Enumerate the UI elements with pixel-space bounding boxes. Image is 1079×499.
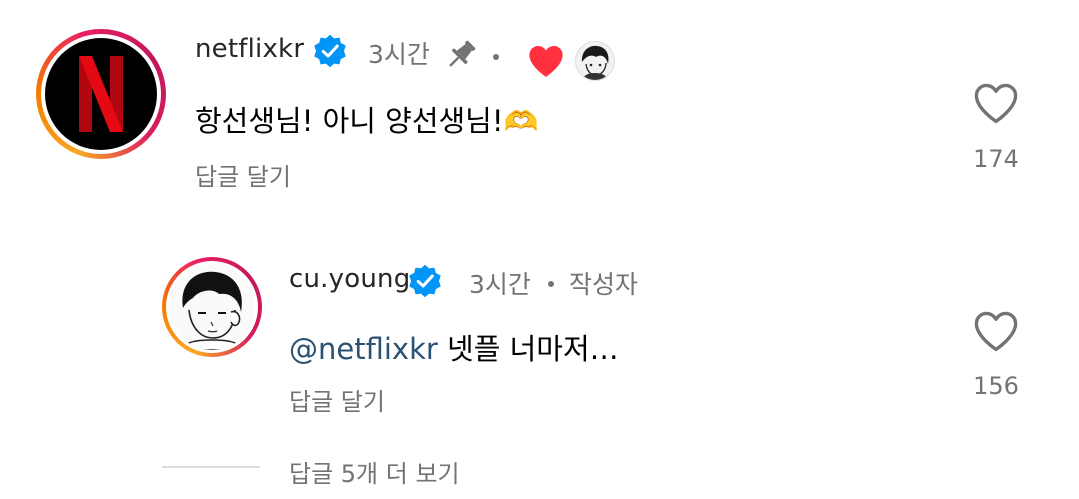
comment-time: 3시간 [368, 40, 430, 69]
like-count: 156 [973, 372, 1019, 400]
reply-button[interactable]: 답글 달기 [195, 157, 291, 192]
separator-dot [548, 281, 554, 287]
heart-filled-icon [529, 45, 563, 77]
pin-icon [449, 40, 476, 67]
comment-body: 항선생님! 아니 양선생님! [195, 104, 504, 138]
verified-badge-icon [409, 264, 441, 298]
heart-outline-icon[interactable] [972, 81, 1020, 125]
heart-hands-emoji: 🫶 [503, 105, 539, 138]
comment-text: @netflixkr 넷플 너마저… [289, 326, 619, 368]
avatar-ring-cu-young[interactable] [162, 257, 262, 357]
like-count: 174 [973, 145, 1019, 173]
reply-button[interactable]: 답글 달기 [289, 382, 385, 417]
heart-outline-icon[interactable] [972, 309, 1020, 353]
comment-body: 넷플 너마저… [437, 332, 619, 366]
username-netflixkr[interactable]: netflixkr [195, 34, 304, 64]
netflix-logo-avatar [45, 38, 157, 150]
netflix-n-logo [79, 56, 123, 132]
creator-avatar-small [575, 41, 615, 81]
cu-young-avatar [169, 264, 255, 350]
mention-link[interactable]: @netflixkr [289, 332, 438, 366]
verified-badge-icon [314, 34, 346, 68]
author-label: 작성자 [569, 270, 639, 299]
username-cu-young[interactable]: cu.young [289, 264, 410, 294]
replies-divider-line [162, 466, 260, 468]
comment-text: 항선생님! 아니 양선생님!🫶 [195, 98, 538, 140]
separator-dot [493, 54, 499, 60]
view-more-replies-button[interactable]: 답글 5개 더 보기 [289, 454, 460, 489]
avatar-ring-netflixkr[interactable] [36, 29, 166, 159]
comment-time: 3시간 [469, 270, 531, 299]
